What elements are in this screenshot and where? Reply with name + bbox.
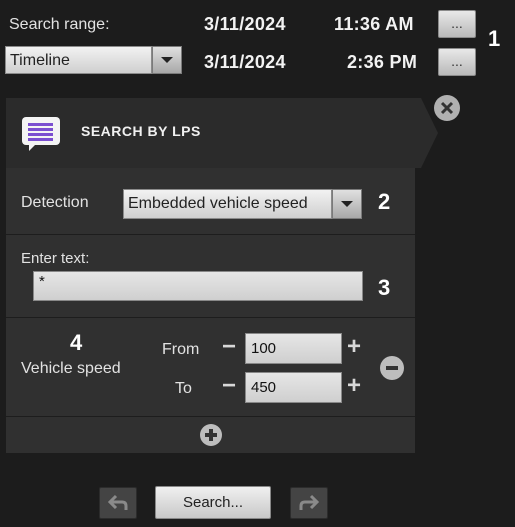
search-range-label: Search range: [9,16,110,33]
add-condition-button[interactable] [200,424,222,446]
search-button[interactable]: Search... [155,486,271,519]
undo-arrow-icon [107,494,128,510]
callout-3: 3 [378,275,391,300]
from-decrement-button[interactable]: − [220,335,238,359]
speech-bubble-icon [21,116,61,152]
to-label: To [175,380,192,397]
start-datetime-picker-button[interactable]: ... [438,10,476,38]
range-mode-select[interactable]: Timeline [5,46,182,74]
vehicle-speed-label: Vehicle speed [21,360,121,377]
remove-condition-button[interactable] [380,356,404,380]
to-decrement-button[interactable]: − [220,374,238,398]
detection-label: Detection [21,194,89,211]
forward-button[interactable] [290,487,328,519]
start-date: 3/11/2024 [204,14,286,34]
close-icon [440,101,454,115]
minus-icon [386,366,398,370]
callout-2: 2 [378,189,391,214]
enter-text-label: Enter text: [21,250,90,267]
end-date: 3/11/2024 [204,52,286,72]
end-time: 2:36 PM [347,52,418,72]
from-increment-button[interactable]: + [345,335,363,359]
to-increment-button[interactable]: + [345,374,363,398]
detection-value: Embedded vehicle speed [123,189,332,219]
panel-header [6,98,438,168]
end-datetime-picker-button[interactable]: ... [438,48,476,76]
panel-title: SEARCH BY LPS [81,123,201,139]
plate-text-input[interactable]: * [33,271,363,301]
chevron-down-icon[interactable] [332,189,362,219]
range-mode-value: Timeline [5,46,152,74]
chevron-down-icon[interactable] [152,46,182,74]
start-time: 11:36 AM [334,14,414,34]
redo-arrow-icon [299,494,320,510]
back-button[interactable] [99,487,137,519]
close-panel-button[interactable] [434,95,460,121]
callout-4: 4 [70,330,83,355]
from-speed-input[interactable]: 100 [245,333,342,364]
callout-1: 1 [488,26,501,51]
plus-icon [205,429,217,441]
to-speed-input[interactable]: 450 [245,372,342,403]
from-label: From [162,341,200,358]
detection-select[interactable]: Embedded vehicle speed [123,189,362,219]
